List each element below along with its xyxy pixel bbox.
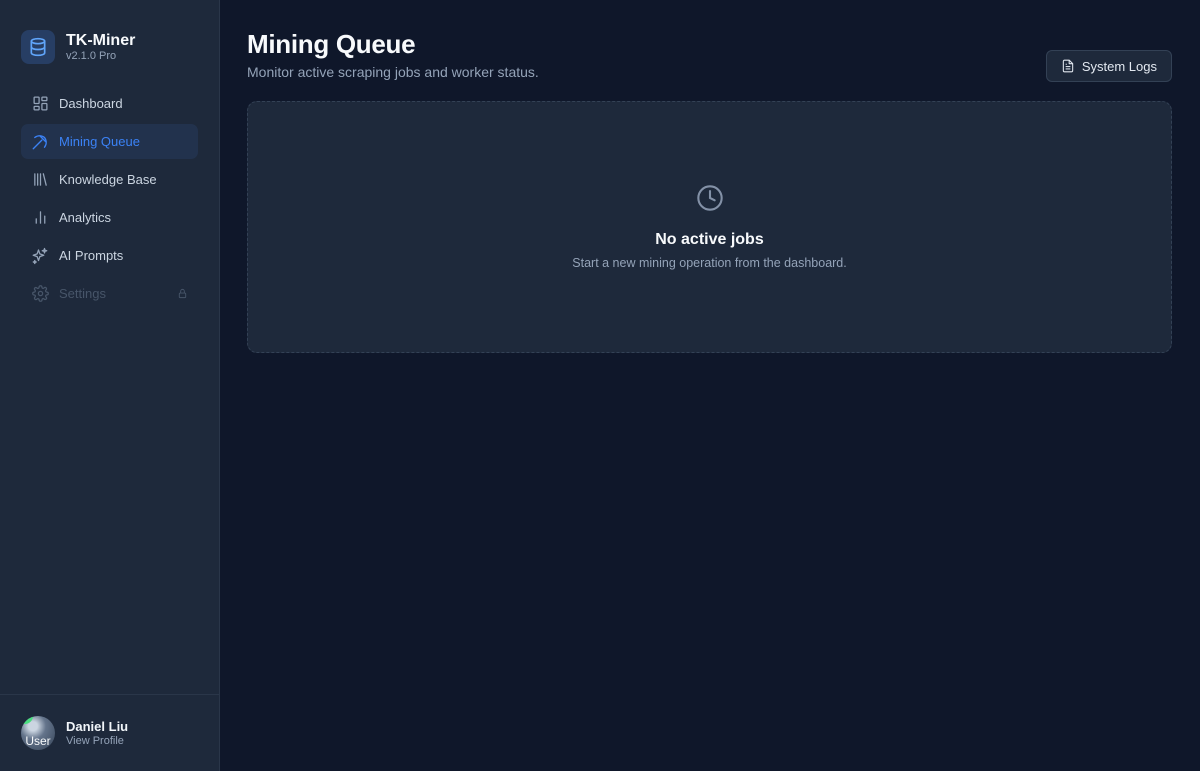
empty-state-description: Start a new mining operation from the da… bbox=[572, 256, 847, 270]
brand[interactable]: TK-Miner v2.1.0 Pro bbox=[0, 0, 219, 74]
library-icon bbox=[31, 171, 49, 189]
pickaxe-icon bbox=[31, 133, 49, 151]
sidebar-item-settings[interactable]: Settings bbox=[21, 276, 198, 311]
avatar-alt-text: User bbox=[25, 734, 51, 748]
empty-state-card: No active jobs Start a new mining operat… bbox=[247, 101, 1172, 353]
sidebar-item-label: Settings bbox=[59, 286, 106, 301]
gear-icon bbox=[31, 285, 49, 303]
sidebar-item-label: AI Prompts bbox=[59, 248, 124, 263]
sidebar-nav: Dashboard Mining Queue Knowledge Base An… bbox=[0, 74, 219, 311]
sidebar-item-label: Knowledge Base bbox=[59, 172, 157, 187]
lock-icon bbox=[177, 288, 188, 299]
database-icon bbox=[21, 30, 55, 64]
app-root: TK-Miner v2.1.0 Pro Dashboard Mining Que… bbox=[0, 0, 1200, 771]
sidebar-item-dashboard[interactable]: Dashboard bbox=[21, 86, 198, 121]
avatar[interactable]: User bbox=[21, 716, 55, 750]
file-text-icon bbox=[1061, 59, 1075, 73]
brand-name: TK-Miner bbox=[66, 31, 136, 49]
sidebar-item-knowledge-base[interactable]: Knowledge Base bbox=[21, 162, 198, 197]
page-header: Mining Queue Monitor active scraping job… bbox=[247, 28, 1172, 82]
brand-version: v2.1.0 Pro bbox=[66, 49, 117, 62]
page-title: Mining Queue bbox=[247, 29, 416, 59]
dashboard-grid-icon bbox=[31, 95, 49, 113]
sidebar-item-ai-prompts[interactable]: AI Prompts bbox=[21, 238, 198, 273]
user-name: Daniel Liu bbox=[66, 718, 129, 734]
clock-icon bbox=[696, 184, 724, 212]
empty-state-title: No active jobs bbox=[655, 231, 764, 248]
sidebar-item-label: Mining Queue bbox=[59, 134, 140, 149]
sidebar-item-label: Dashboard bbox=[59, 96, 123, 111]
sidebar-item-mining-queue[interactable]: Mining Queue bbox=[21, 124, 198, 159]
bar-chart-icon bbox=[31, 209, 49, 227]
main-content: Mining Queue Monitor active scraping job… bbox=[220, 0, 1200, 771]
system-logs-label: System Logs bbox=[1081, 58, 1157, 74]
sidebar-item-label: Analytics bbox=[59, 210, 112, 225]
page-subtitle: Monitor active scraping jobs and worker … bbox=[247, 64, 539, 80]
sparkles-icon bbox=[31, 247, 49, 265]
user-profile[interactable]: User Daniel Liu View Profile bbox=[0, 694, 219, 771]
sidebar: TK-Miner v2.1.0 Pro Dashboard Mining Que… bbox=[0, 0, 220, 771]
system-logs-button[interactable]: System Logs bbox=[1045, 50, 1172, 82]
view-profile-link[interactable]: View Profile bbox=[66, 734, 128, 748]
sidebar-item-analytics[interactable]: Analytics bbox=[21, 200, 198, 235]
